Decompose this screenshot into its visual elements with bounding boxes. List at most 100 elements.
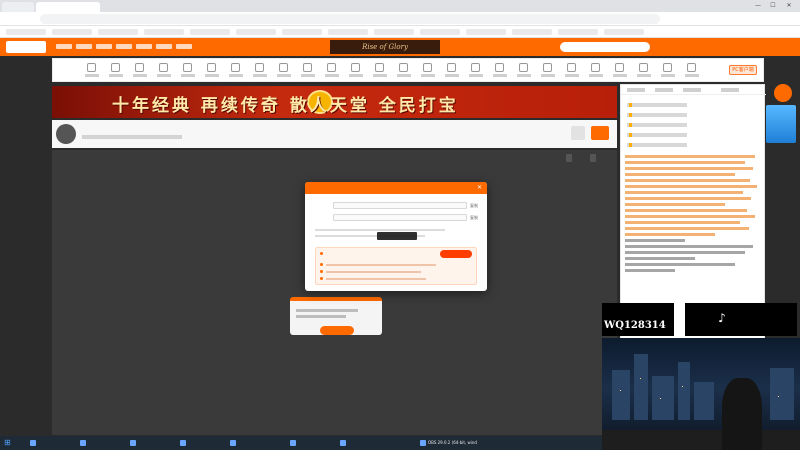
category-icon[interactable] [327,63,336,72]
taskbar-app[interactable] [130,438,138,448]
category-label [85,74,99,77]
taskbar-app-obs[interactable]: OBS 29.0.2 (64-bit, wind [420,438,477,448]
close-icon[interactable]: ✕ [477,184,482,192]
category-icon[interactable] [399,63,408,72]
bookmark-item[interactable] [604,29,644,35]
category-icon[interactable] [255,63,264,72]
sidebar-tab[interactable] [683,88,701,92]
category-icon[interactable] [663,63,672,72]
nav-item[interactable] [116,44,132,49]
nav-item[interactable] [136,44,152,49]
bookmark-item[interactable] [52,29,92,35]
category-icon[interactable] [135,63,144,72]
maximize-button[interactable]: ☐ [767,2,779,10]
category-icon[interactable] [615,63,624,72]
floating-ad[interactable] [766,105,796,143]
category-icon[interactable] [87,63,96,72]
chat-message-line [625,269,675,272]
category-icon[interactable] [567,63,576,72]
nav-item[interactable] [156,44,172,49]
bookmark-item[interactable] [190,29,230,35]
rank-item[interactable] [627,143,687,147]
category-icon[interactable] [159,63,168,72]
stream-code-input[interactable] [333,214,467,221]
windows-start-icon[interactable]: ⊞ [4,439,12,447]
sidebar-tab[interactable] [627,88,645,92]
window-light [620,390,621,391]
taskbar-app[interactable] [340,438,348,448]
room-info-bar [52,120,617,148]
category-icon[interactable] [351,63,360,72]
category-icon[interactable] [519,63,528,72]
bookmark-item[interactable] [282,29,322,35]
floating-avatar[interactable] [774,84,792,102]
category-icon[interactable] [471,63,480,72]
chat-message-line [625,185,757,188]
nav-item[interactable] [76,44,92,49]
streamer-avatar[interactable] [56,124,76,144]
category-icon[interactable] [495,63,504,72]
category-icon[interactable] [303,63,312,72]
sidebar-tab[interactable] [655,88,673,92]
category-icon[interactable] [207,63,216,72]
category-strip: PC客户端 [52,58,764,82]
rtmp-address-input[interactable] [333,202,467,209]
nav-item[interactable] [96,44,112,49]
browser-tab[interactable] [2,2,34,12]
rank-item[interactable] [627,123,687,127]
minimize-button[interactable]: — [752,2,764,10]
rank-item[interactable] [627,103,687,107]
bookmark-item[interactable] [374,29,414,35]
sidebar-tab[interactable] [721,88,739,92]
search-input[interactable] [560,42,650,52]
address-bar [0,12,800,26]
bookmark-item[interactable] [420,29,460,35]
copy-stream-code-button[interactable]: 复制 [470,215,478,221]
category-label [301,74,315,77]
bookmark-item[interactable] [236,29,276,35]
category-icon[interactable] [639,63,648,72]
category-icon[interactable] [111,63,120,72]
bookmark-item[interactable] [144,29,184,35]
category-icon[interactable] [447,63,456,72]
category-icon[interactable] [375,63,384,72]
open-stream-tool-button[interactable] [440,250,472,258]
popup-action-button[interactable] [320,326,354,335]
rank-item[interactable] [627,133,687,137]
close-window-button[interactable]: ✕ [783,2,795,10]
taskbar-app[interactable] [230,438,238,448]
browser-tab-active[interactable] [36,2,100,12]
bookmark-item[interactable] [466,29,506,35]
rank-item[interactable] [627,113,687,117]
site-logo[interactable] [6,41,46,53]
url-input[interactable] [40,14,660,24]
category-icon[interactable] [231,63,240,72]
category-icon[interactable] [687,63,696,72]
category-icon[interactable] [183,63,192,72]
game-banner[interactable]: 十年经典 再续传奇 散人天堂 全民打宝 [52,86,617,118]
bookmark-item[interactable] [512,29,552,35]
tiktok-overlay: ♪ [685,303,797,336]
share-button[interactable] [571,126,585,140]
nav-item[interactable] [176,44,192,49]
bookmark-item[interactable] [6,29,46,35]
taskbar-app[interactable] [180,438,188,448]
taskbar-app[interactable] [80,438,88,448]
tool-feature-line [326,278,426,280]
category-icon[interactable] [543,63,552,72]
taskbar-app[interactable] [290,438,298,448]
category-icon[interactable] [423,63,432,72]
category-icon[interactable] [591,63,600,72]
game-ad-logo[interactable]: Rise of Glory [330,40,440,54]
nav-item[interactable] [56,44,72,49]
bookmark-item[interactable] [328,29,368,35]
pc-client-button[interactable]: PC客户端 [729,65,757,75]
taskbar-app[interactable] [30,438,38,448]
follow-button[interactable] [591,126,609,140]
player-option[interactable] [590,154,596,162]
bookmark-item[interactable] [558,29,598,35]
bookmark-item[interactable] [98,29,138,35]
category-icon[interactable] [279,63,288,72]
copy-rtmp-button[interactable]: 复制 [470,203,478,209]
player-option[interactable] [566,154,572,162]
